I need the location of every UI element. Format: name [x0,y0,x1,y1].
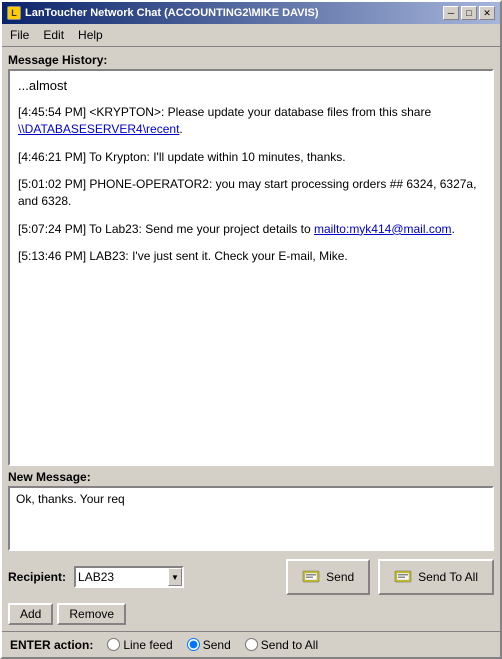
msg1-link[interactable]: \\DATABASESERVER4\recent [18,122,179,136]
title-bar: L LanToucher Network Chat (ACCOUNTING2\M… [2,2,500,24]
send-buttons-row: Send Send To All [286,559,494,595]
add-button[interactable]: Add [8,603,53,625]
radio-send-input[interactable] [187,638,200,651]
new-message-input[interactable]: Ok, thanks. Your req [8,486,494,551]
message-history-section: Message History: ...almost [4:45:54 PM] … [8,53,494,466]
add-remove-row: Add Remove [8,603,494,625]
all-controls: Recipient: LAB23 KRYPTON PHONE-OPERATOR2… [8,559,494,625]
message-1: [4:45:54 PM] <KRYPTON>: Please update yo… [18,104,484,139]
msg-almost: ...almost [18,77,484,96]
menu-file[interactable]: File [4,26,35,44]
msg4-suffix: . [452,222,455,236]
send-to-all-button-label: Send To All [418,570,478,584]
send-to-all-button[interactable]: Send To All [378,559,494,595]
msg3-text: [5:01:02 PM] PHONE-OPERATOR2: you may st… [18,177,476,208]
msg1-suffix: . [179,122,182,136]
radio-line-feed-label: Line feed [123,638,172,652]
msg1-text: [4:45:54 PM] <KRYPTON>: Please update yo… [18,105,431,119]
close-button[interactable]: ✕ [479,6,495,20]
radio-line-feed[interactable]: Line feed [107,638,172,652]
recipient-combo-wrapper: LAB23 KRYPTON PHONE-OPERATOR2 All ▼ [74,566,184,588]
msg2-text: [4:46:21 PM] To Krypton: I'll update wit… [18,150,346,164]
message-history-label: Message History: [8,53,494,67]
msg4-text: [5:07:24 PM] To Lab23: Send me your proj… [18,222,314,236]
title-bar-left: L LanToucher Network Chat (ACCOUNTING2\M… [7,6,319,20]
menu-help[interactable]: Help [72,26,109,44]
menu-bar: File Edit Help [2,24,500,47]
message-4: [5:07:24 PM] To Lab23: Send me your proj… [18,221,484,238]
msg4-link[interactable]: mailto:myk414@mail.com [314,222,452,236]
radio-send-to-all[interactable]: Send to All [245,638,318,652]
radio-send[interactable]: Send [187,638,231,652]
radio-send-to-all-label: Send to All [261,638,318,652]
send-to-all-icon [394,568,412,586]
menu-edit[interactable]: Edit [37,26,70,44]
radio-send-label: Send [203,638,231,652]
recipient-label: Recipient: [8,570,66,584]
app-icon: L [7,6,21,20]
main-content: Message History: ...almost [4:45:54 PM] … [2,47,500,631]
send-icon [302,568,320,586]
main-window: L LanToucher Network Chat (ACCOUNTING2\M… [0,0,502,659]
send-button[interactable]: Send [286,559,370,595]
recipient-dropdown[interactable]: LAB23 KRYPTON PHONE-OPERATOR2 All [74,566,184,588]
radio-line-feed-input[interactable] [107,638,120,651]
window-title: LanToucher Network Chat (ACCOUNTING2\MIK… [25,7,319,19]
send-button-label: Send [326,570,354,584]
message-3: [5:01:02 PM] PHONE-OPERATOR2: you may st… [18,176,484,211]
status-bar: ENTER action: Line feed Send Send to All [2,631,500,657]
message-history-box[interactable]: ...almost [4:45:54 PM] <KRYPTON>: Please… [8,69,494,466]
msg5-text: [5:13:46 PM] LAB23: I've just sent it. C… [18,249,348,263]
enter-action-label: ENTER action: [10,638,93,652]
message-5: [5:13:46 PM] LAB23: I've just sent it. C… [18,248,484,265]
remove-button[interactable]: Remove [57,603,126,625]
radio-send-to-all-input[interactable] [245,638,258,651]
maximize-button[interactable]: □ [461,6,477,20]
minimize-button[interactable]: ─ [443,6,459,20]
title-bar-buttons: ─ □ ✕ [443,6,495,20]
new-message-label: New Message: [8,470,494,484]
new-message-section: New Message: Ok, thanks. Your req [8,470,494,551]
recipient-and-buttons: Recipient: LAB23 KRYPTON PHONE-OPERATOR2… [8,559,494,595]
message-2: [4:46:21 PM] To Krypton: I'll update wit… [18,149,484,166]
